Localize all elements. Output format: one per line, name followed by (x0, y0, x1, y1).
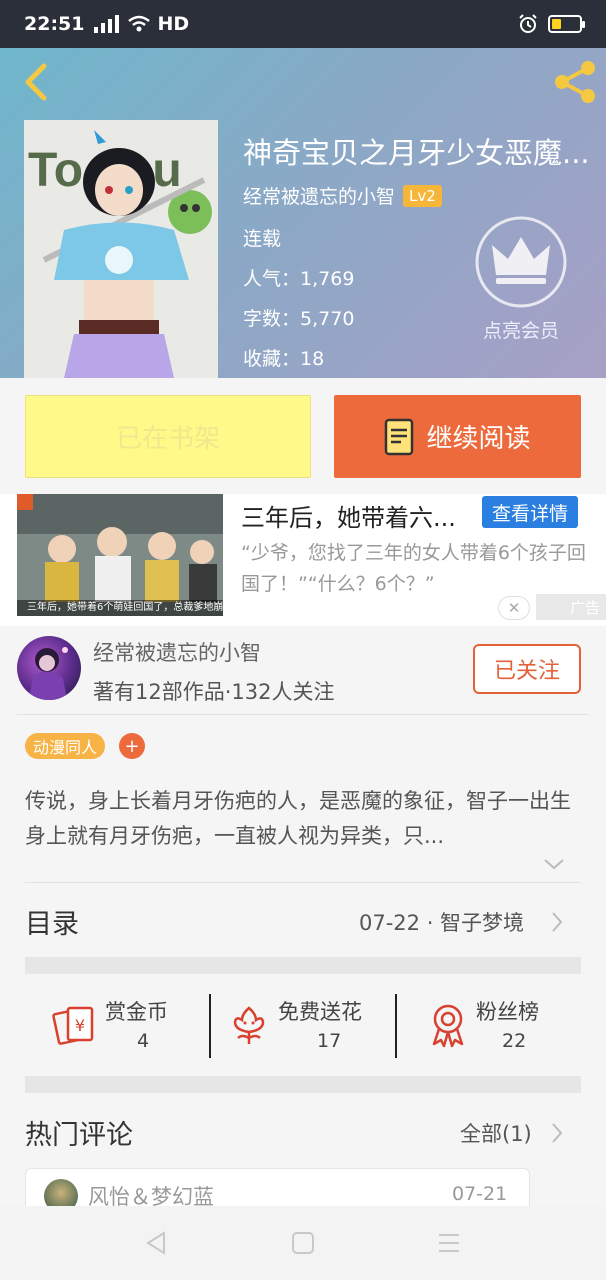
book-description[interactable]: 传说，身上长着月牙伤疤的人，是恶魔的象征，智子一出生身上就有月牙伤疤，一直被人视… (25, 784, 575, 854)
word-count-value: 5,770 (300, 308, 355, 330)
ad-description: “少爷，您找了三年的女人带着6个孩子回国了！”“什么？6个？” (241, 542, 586, 595)
crown-icon[interactable] (474, 215, 568, 309)
divider (25, 882, 581, 883)
battery-icon (548, 15, 585, 33)
battery-level (552, 19, 561, 29)
author-row[interactable]: 经常被遗忘的小智 Lv2 (243, 182, 442, 209)
popularity-stat: 人气：1,769 (243, 264, 354, 291)
latest-chapter[interactable]: 07-22 · 智子梦境 (359, 907, 524, 937)
word-count-stat: 字数：5,770 (243, 304, 354, 331)
free-flower-label: 免费送花 (278, 1000, 362, 1024)
action-bar: 已在书架 继续阅读 (0, 378, 606, 494)
ad-detail-button[interactable]: 查看详情 (482, 496, 578, 528)
ad-title[interactable]: 三年后，她带着六... (241, 498, 469, 533)
chevron-left-icon[interactable] (18, 62, 54, 102)
reward-coin-stat[interactable]: ¥ 赏金币 4 (52, 994, 202, 1058)
author-avatar[interactable] (17, 636, 81, 700)
ad-image-caption: 三年后，她带着6个萌娃回国了，总裁爹地崩溃了... (17, 600, 223, 616)
ad-banner[interactable]: 三年后，她带着6个萌娃回国了，总裁爹地崩溃了... 三年后，她带着六... 查看… (0, 494, 606, 626)
follow-author-name[interactable]: 经常被遗忘的小智 (93, 637, 261, 667)
continue-reading-label: 继续阅读 (426, 424, 531, 454)
in-bookshelf-button[interactable]: 已在书架 (25, 395, 311, 478)
ad-tag: 广告 (536, 594, 606, 620)
author-stats: 著有12部作品·132人关注 (93, 680, 335, 704)
favorites-label: 收藏： (243, 348, 301, 370)
signal-icon (94, 15, 120, 33)
nav-menu-icon[interactable] (436, 1230, 462, 1256)
nav-home-icon[interactable] (290, 1230, 316, 1256)
reward-coin-label: 赏金币 (105, 1000, 168, 1024)
book-title: 神奇宝贝之月牙少女恶魔... (243, 136, 590, 170)
fan-rank-label: 粉丝榜 (476, 1000, 539, 1024)
share-icon[interactable] (550, 58, 598, 106)
author-name[interactable]: 经常被遗忘的小智 (243, 182, 395, 209)
reward-coin-value: 4 (137, 1030, 150, 1052)
svg-text:¥: ¥ (75, 1016, 85, 1035)
book-cover[interactable]: To...ou (24, 120, 218, 378)
ad-photo (17, 494, 223, 616)
flower-icon (233, 1006, 265, 1044)
level-badge: Lv2 (403, 184, 442, 207)
stat-divider (209, 994, 211, 1058)
book-header: To...ou 神奇宝贝之月牙少女恶魔... 经常被遗忘的小智 Lv2 连载 人… (0, 48, 606, 378)
favorites-value: 18 (300, 348, 325, 370)
hd-indicator: HD (157, 13, 190, 35)
catalog-label[interactable]: 目录 (25, 902, 79, 941)
system-nav-bar (0, 1206, 606, 1280)
chevron-right-icon[interactable] (550, 1121, 564, 1145)
all-comments-link[interactable]: 全部(1) (460, 1118, 532, 1148)
word-count-label: 字数： (243, 308, 301, 330)
chevron-down-icon[interactable] (542, 856, 566, 872)
book-icon (385, 418, 414, 455)
avatar-illustration (29, 647, 68, 700)
stat-divider (395, 994, 397, 1058)
author-section: 经常被遗忘的小智 著有12部作品·132人关注 已关注 (0, 626, 606, 714)
chevron-right-icon[interactable] (550, 910, 564, 934)
continue-reading-button[interactable]: 继续阅读 (334, 395, 581, 478)
free-flower-stat[interactable]: 免费送花 17 (232, 994, 382, 1058)
alarm-icon (519, 14, 537, 33)
divider (17, 714, 589, 715)
ribbon-icon (432, 1004, 464, 1048)
serial-status: 连载 (243, 228, 282, 250)
nav-back-icon[interactable] (144, 1230, 170, 1256)
clock: 22:51 (24, 13, 85, 35)
popularity-value: 1,769 (300, 268, 355, 290)
favorites-stat: 收藏：18 (243, 344, 324, 371)
genre-tag[interactable]: 动漫同人 (25, 733, 106, 759)
fan-rank-value: 22 (502, 1030, 527, 1052)
reward-coin-icon: ¥ (52, 1006, 94, 1045)
free-flower-value: 17 (317, 1030, 342, 1052)
hot-comments-label: 热门评论 (25, 1120, 133, 1151)
section-band (25, 957, 581, 974)
cover-illustration: To...ou (24, 120, 218, 378)
comment-date: 07-21 (452, 1183, 508, 1205)
vip-label[interactable]: 点亮会员 (470, 316, 572, 343)
ad-image[interactable]: 三年后，她带着6个萌娃回国了，总裁爹地崩溃了... (17, 494, 223, 616)
popularity-label: 人气： (243, 268, 301, 290)
fan-rank-stat[interactable]: 粉丝榜 22 (428, 994, 578, 1058)
close-icon[interactable]: ✕ (498, 596, 530, 620)
followed-button[interactable]: 已关注 (473, 644, 581, 694)
add-tag-button[interactable]: + (119, 733, 145, 759)
status-bar: 22:51 HD (0, 0, 606, 48)
wifi-icon (128, 15, 151, 32)
section-band (25, 1076, 581, 1093)
